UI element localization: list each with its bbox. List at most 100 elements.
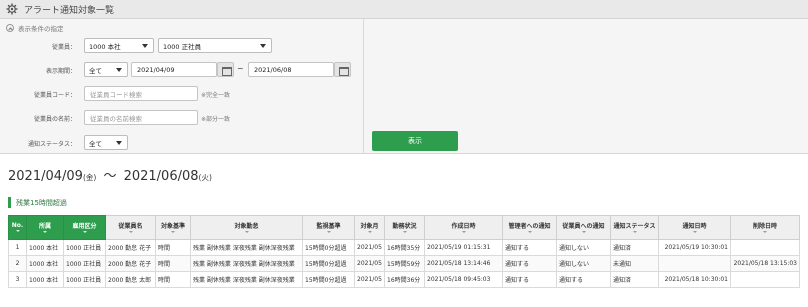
partial-match-note: ※部分一致 (201, 116, 231, 123)
notify-status-select[interactable]: 全て (84, 135, 128, 150)
cell-created-at: 2021/05/19 01:15:31 (424, 239, 503, 256)
cell-employee-name: 2000 勤怠 太郎 (105, 271, 156, 288)
cell-department: 1000 本社 (26, 239, 64, 256)
col-header-notify-status[interactable]: 通知ステータス (610, 215, 659, 240)
exact-match-note: ※完全一致 (201, 92, 231, 99)
cell-notify-status: 通知済 (610, 239, 659, 256)
alert-table: No. 所属 雇用区分 従業員名 対象基準 対象勤怠 監視基準 対象月 勤務状況… (8, 215, 800, 288)
employee-code-input[interactable]: 従業員コード検索 (84, 86, 198, 101)
chevron-up-icon (6, 24, 14, 32)
col-header-employment-class[interactable]: 雇用区分 (63, 215, 106, 240)
cell-notify-status: 通知済 (610, 271, 659, 288)
cell-created-at: 2021/05/18 13:14:46 (424, 255, 503, 272)
period-from-day: (金) (82, 173, 97, 182)
period-from: 2021/04/09 (8, 169, 83, 184)
chevron-down-icon (116, 141, 122, 145)
col-header-employee-name[interactable]: 従業員名 (105, 215, 156, 240)
employee-name-label: 従業員の名前： (33, 116, 76, 123)
col-header-department[interactable]: 所属 (26, 215, 64, 240)
cell-employment-class: 1000 正社員 (63, 239, 106, 256)
period-from-input[interactable]: 2021/04/09 (131, 62, 217, 77)
cell-target-month: 2021/05 (354, 271, 385, 288)
cell-admin-notify: 通知する (502, 239, 557, 256)
cell-notify-status: 未通知 (610, 255, 659, 272)
cell-notified-at (658, 255, 731, 272)
cell-department: 1000 本社 (26, 255, 64, 272)
cell-notified-at: 2021/05/19 10:30:01 (658, 239, 731, 256)
col-header-target-attendance[interactable]: 対象勤怠 (190, 215, 303, 240)
calendar-to-icon[interactable] (334, 62, 351, 77)
period-to-input[interactable]: 2021/06/08 (248, 62, 334, 77)
cell-department: 1000 本社 (26, 271, 64, 288)
table-header-row: No. 所属 雇用区分 従業員名 対象基準 対象勤怠 監視基準 対象月 勤務状況… (8, 215, 800, 240)
col-header-employee-notify[interactable]: 従業員への通知 (556, 215, 611, 240)
cell-work-status: 16時間35分 (384, 239, 425, 256)
cell-target-attendance: 残業 副休残業 深夜残業 副休深夜残業 (190, 271, 303, 288)
employee-name-input[interactable]: 従業員の名前検索 (84, 110, 198, 125)
col-header-work-status[interactable]: 勤務状況 (384, 215, 425, 240)
show-button[interactable]: 表示 (372, 131, 458, 151)
cell-no: 2 (8, 255, 27, 272)
cell-no: 3 (8, 271, 27, 288)
cell-employee-name: 2000 勤怠 花子 (105, 255, 156, 272)
period-mode-select[interactable]: 全て (84, 62, 128, 77)
period-mode-value: 全て (89, 66, 102, 75)
notify-status-value: 全て (89, 139, 102, 148)
cell-employee-name: 2000 勤怠 花子 (105, 239, 156, 256)
col-header-monitor-criteria[interactable]: 監視基準 (302, 215, 355, 240)
cell-created-at: 2021/05/18 09:45:03 (424, 271, 503, 288)
employment-class-value: 1000 正社員 (163, 42, 202, 51)
cell-deleted-at: 2021/05/18 13:15:03 (730, 255, 800, 272)
cell-target-attendance: 残業 副休残業 深夜残業 副休深夜残業 (190, 239, 303, 256)
cell-monitor-criteria: 15時間0分超過 (302, 255, 355, 272)
calendar-from-icon[interactable] (217, 62, 234, 77)
chevron-down-icon (116, 68, 122, 72)
period-separator: 〜 (103, 169, 117, 184)
cell-notified-at: 2021/05/18 10:30:01 (658, 271, 731, 288)
period-to-day: (火) (198, 173, 212, 182)
cell-deleted-at (730, 239, 800, 256)
cell-work-status: 16時間36分 (384, 271, 425, 288)
cell-deleted-at (730, 271, 800, 288)
filter-header-label: 表示条件の指定 (18, 25, 64, 33)
period-to: 2021/06/08 (123, 169, 199, 184)
cell-no: 1 (8, 239, 27, 256)
page-title: アラート通知対象一覧 (24, 5, 115, 16)
company-select[interactable]: 1000 本社 (84, 38, 154, 53)
col-header-notified-at[interactable]: 通知日時 (658, 215, 731, 240)
chevron-down-icon (142, 44, 148, 48)
title-bar: アラート通知対象一覧 (0, 0, 808, 19)
gear-icon[interactable] (6, 3, 18, 15)
cell-target-criteria: 時間 (155, 255, 191, 272)
cell-admin-notify: 通知する (502, 255, 557, 272)
period-label: 表示期間： (45, 68, 76, 75)
cell-employment-class: 1000 正社員 (63, 271, 106, 288)
col-header-created-at[interactable]: 作成日時 (424, 215, 503, 240)
section-title: 残業15時間超過 (8, 197, 67, 208)
employee-code-label: 従業員コード： (33, 92, 76, 99)
cell-admin-notify: 通知する (502, 271, 557, 288)
table-row[interactable]: 2 1000 本社 1000 正社員 2000 勤怠 花子 時間 残業 副休残業… (8, 255, 800, 272)
period-display: 2021/04/09(金) 〜 2021/06/08(火) (8, 165, 212, 184)
col-header-admin-notify[interactable]: 管理者への通知 (502, 215, 557, 240)
col-header-target-month[interactable]: 対象月 (354, 215, 385, 240)
col-header-target-criteria[interactable]: 対象基準 (155, 215, 191, 240)
cell-monitor-criteria: 15時間0分超過 (302, 271, 355, 288)
filter-toggle[interactable]: 表示条件の指定 (6, 23, 64, 33)
cell-target-attendance: 残業 副休残業 深夜残業 副休深夜残業 (190, 255, 303, 272)
notify-status-label: 通知ステータス： (27, 141, 76, 148)
company-select-value: 1000 本社 (89, 42, 121, 51)
col-header-no[interactable]: No. (8, 215, 27, 240)
period-tilde: ~ (237, 64, 244, 73)
cell-work-status: 15時間59分 (384, 255, 425, 272)
chevron-down-icon (260, 44, 266, 48)
cell-target-criteria: 時間 (155, 239, 191, 256)
table-row[interactable]: 3 1000 本社 1000 正社員 2000 勤怠 太郎 時間 残業 副休残業… (8, 271, 800, 288)
cell-employee-notify: 通知する (556, 271, 611, 288)
employment-class-select[interactable]: 1000 正社員 (158, 38, 272, 53)
table-row[interactable]: 1 1000 本社 1000 正社員 2000 勤怠 花子 時間 残業 副休残業… (8, 239, 800, 256)
cell-target-criteria: 時間 (155, 271, 191, 288)
cell-target-month: 2021/05 (354, 255, 385, 272)
cell-employee-notify: 通知しない (556, 239, 611, 256)
col-header-deleted-at[interactable]: 削除日時 (730, 215, 800, 240)
